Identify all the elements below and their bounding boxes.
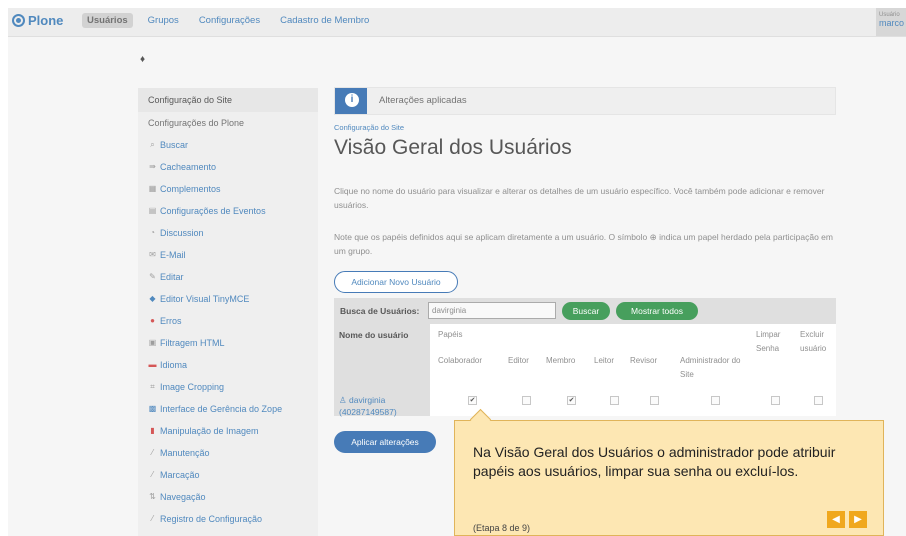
tooltip-message: Na Visão Geral dos Usuários o administra… [473, 444, 836, 479]
browser-frame: Plone Usuários Grupos Configurações Cada… [8, 8, 906, 536]
tooltip-step-counter: (Etapa 8 de 9) [473, 523, 531, 533]
tour-next-button[interactable]: ▶ [849, 511, 867, 528]
tour-tooltip: Na Visão Geral dos Usuários o administra… [454, 408, 884, 536]
tour-prev-button[interactable]: ◀ [827, 511, 845, 528]
